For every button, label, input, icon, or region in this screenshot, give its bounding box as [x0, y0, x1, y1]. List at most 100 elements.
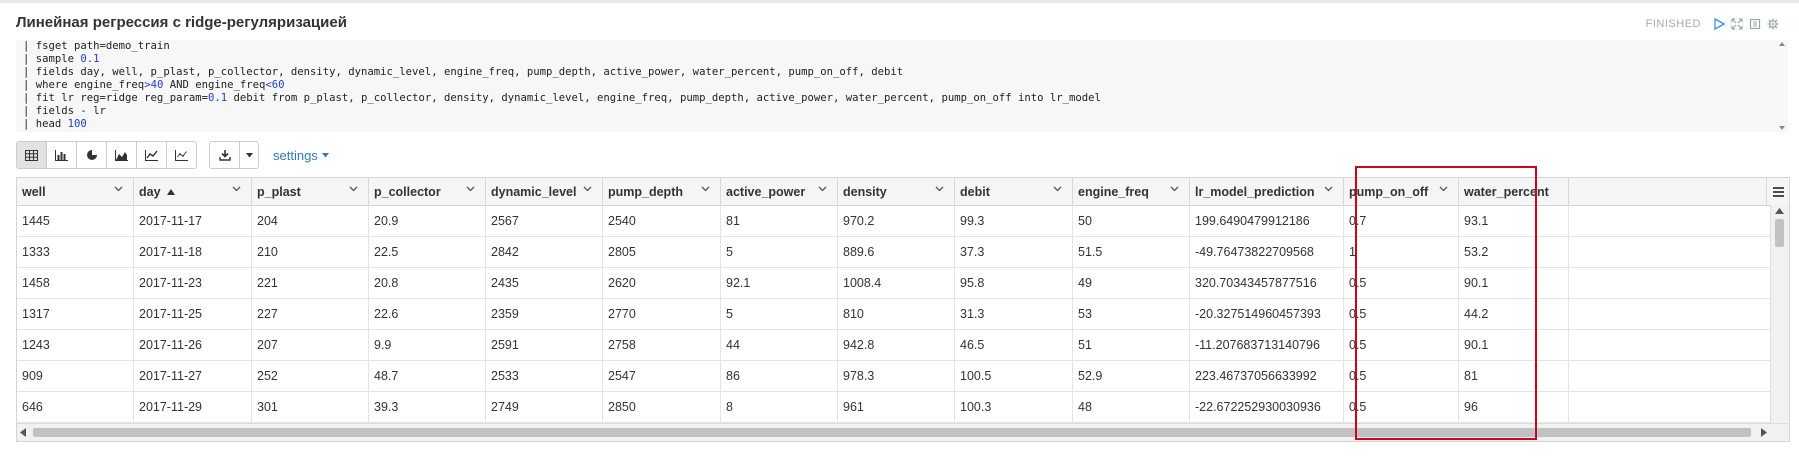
table-cell-pump_on_off[interactable]: 1 [1344, 236, 1459, 267]
table-view-button[interactable] [17, 142, 47, 168]
table-cell-pump_depth[interactable]: 2770 [603, 298, 721, 329]
table-row[interactable]: 1458 2017-11-23 221 20.8 2435 2620 92.1 1008.4 9… [17, 267, 1789, 299]
column-header-p_collector[interactable]: p_collector [369, 178, 486, 205]
table-row[interactable]: 1243 2017-11-26 207 9.9 2591 2758 44 942.8 46.5 5… [17, 329, 1789, 361]
table-cell-p_collector[interactable]: 39.3 [369, 391, 486, 422]
table-cell-lr_model_prediction[interactable]: -11.207683713140796 [1190, 329, 1344, 360]
area-chart-button[interactable] [107, 142, 137, 168]
table-cell-active_power[interactable]: 5 [721, 236, 838, 267]
pie-chart-button[interactable] [77, 142, 107, 168]
table-cell-pump_on_off[interactable]: 0.5 [1344, 391, 1459, 422]
download-button[interactable] [210, 142, 239, 168]
column-menu-button[interactable] [1766, 178, 1789, 205]
scatter-chart-button[interactable] [167, 142, 196, 168]
download-options-dropdown[interactable] [239, 142, 258, 168]
table-cell-day[interactable]: 2017-11-27 [134, 360, 252, 391]
table-cell-water_percent[interactable]: 53.2 [1459, 236, 1569, 267]
table-cell-dynamic_level[interactable]: 2591 [486, 329, 603, 360]
chevron-down-icon[interactable] [114, 186, 123, 192]
table-cell-pump_depth[interactable]: 2758 [603, 329, 721, 360]
table-cell-p_plast[interactable]: 221 [252, 267, 369, 298]
table-cell-debit[interactable]: 100.3 [955, 391, 1073, 422]
table-cell-day[interactable]: 2017-11-25 [134, 298, 252, 329]
table-cell-engine_freq[interactable]: 51 [1073, 329, 1190, 360]
table-cell-active_power[interactable]: 44 [721, 329, 838, 360]
table-cell-well[interactable]: 1458 [17, 267, 134, 298]
sort-ascending-icon[interactable] [166, 188, 175, 195]
table-cell-pump_depth[interactable]: 2850 [603, 391, 721, 422]
table-cell-pump_depth[interactable]: 2805 [603, 236, 721, 267]
table-cell-well[interactable]: 1317 [17, 298, 134, 329]
settings-dropdown[interactable]: settings [273, 148, 329, 163]
column-header-well[interactable]: well [17, 178, 134, 205]
column-header-lr_model_prediction[interactable]: lr_model_prediction [1190, 178, 1344, 205]
table-cell-p_plast[interactable]: 204 [252, 205, 369, 236]
table-cell-day[interactable]: 2017-11-18 [134, 236, 252, 267]
table-cell-well[interactable]: 1445 [17, 205, 134, 236]
table-cell-dynamic_level[interactable]: 2749 [486, 391, 603, 422]
table-row[interactable]: 646 2017-11-29 301 39.3 2749 2850 8 961 100.3 48-… [17, 391, 1789, 423]
run-icon[interactable] [1713, 18, 1725, 30]
vertical-scroll-thumb[interactable] [1775, 219, 1784, 247]
table-cell-lr_model_prediction[interactable]: 199.6490479912186 [1190, 205, 1344, 236]
table-cell-p_collector[interactable]: 48.7 [369, 360, 486, 391]
chevron-down-icon[interactable] [701, 186, 710, 192]
chevron-down-icon[interactable] [1053, 186, 1062, 192]
table-cell-p_collector[interactable]: 22.5 [369, 236, 486, 267]
column-header-active_power[interactable]: active_power [721, 178, 838, 205]
table-cell-lr_model_prediction[interactable]: -20.327514960457393 [1190, 298, 1344, 329]
column-header-debit[interactable]: debit [955, 178, 1073, 205]
column-header-engine_freq[interactable]: engine_freq [1073, 178, 1190, 205]
table-cell-debit[interactable]: 99.3 [955, 205, 1073, 236]
table-cell-debit[interactable]: 100.5 [955, 360, 1073, 391]
table-cell-engine_freq[interactable]: 53 [1073, 298, 1190, 329]
table-cell-well[interactable]: 646 [17, 391, 134, 422]
table-cell-engine_freq[interactable]: 48 [1073, 391, 1190, 422]
table-cell-density[interactable]: 978.3 [838, 360, 955, 391]
table-cell-pump_on_off[interactable]: 0.7 [1344, 205, 1459, 236]
table-cell-engine_freq[interactable]: 51.5 [1073, 236, 1190, 267]
table-cell-density[interactable]: 961 [838, 391, 955, 422]
table-cell-density[interactable]: 942.8 [838, 329, 955, 360]
table-cell-p_collector[interactable]: 20.8 [369, 267, 486, 298]
chevron-down-icon[interactable] [935, 186, 944, 192]
chevron-down-icon[interactable] [1170, 186, 1179, 192]
column-header-p_plast[interactable]: p_plast [252, 178, 369, 205]
table-cell-dynamic_level[interactable]: 2842 [486, 236, 603, 267]
horizontal-scroll-thumb[interactable] [33, 428, 1751, 437]
gear-icon[interactable] [1767, 18, 1779, 30]
table-cell-density[interactable]: 970.2 [838, 205, 955, 236]
column-header-day[interactable]: day [134, 178, 252, 205]
table-cell-lr_model_prediction[interactable]: 320.70343457877516 [1190, 267, 1344, 298]
chevron-down-icon[interactable] [1324, 186, 1333, 192]
table-cell-water_percent[interactable]: 81 [1459, 360, 1569, 391]
table-cell-engine_freq[interactable]: 50 [1073, 205, 1190, 236]
table-cell-water_percent[interactable]: 44.2 [1459, 298, 1569, 329]
table-vertical-scrollbar[interactable] [1770, 205, 1789, 423]
table-cell-dynamic_level[interactable]: 2435 [486, 267, 603, 298]
chevron-down-icon[interactable] [818, 186, 827, 192]
chevron-down-icon[interactable] [1439, 186, 1448, 192]
table-cell-engine_freq[interactable]: 52.9 [1073, 360, 1190, 391]
table-cell-active_power[interactable]: 8 [721, 391, 838, 422]
table-cell-active_power[interactable]: 92.1 [721, 267, 838, 298]
chevron-down-icon[interactable] [349, 186, 358, 192]
table-row[interactable]: 909 2017-11-27 252 48.7 2533 2547 86 978.3 100.5… [17, 360, 1789, 392]
column-header-dynamic_level[interactable]: dynamic_level [486, 178, 603, 205]
table-cell-water_percent[interactable]: 93.1 [1459, 205, 1569, 236]
table-cell-p_plast[interactable]: 207 [252, 329, 369, 360]
chevron-down-icon[interactable] [583, 186, 592, 192]
table-cell-p_collector[interactable]: 20.9 [369, 205, 486, 236]
column-header-water_percent[interactable]: water_percent [1459, 178, 1569, 205]
table-cell-density[interactable]: 889.6 [838, 236, 955, 267]
table-cell-dynamic_level[interactable]: 2359 [486, 298, 603, 329]
table-cell-density[interactable]: 1008.4 [838, 267, 955, 298]
table-cell-engine_freq[interactable]: 49 [1073, 267, 1190, 298]
table-cell-pump_depth[interactable]: 2540 [603, 205, 721, 236]
table-cell-p_collector[interactable]: 22.6 [369, 298, 486, 329]
table-cell-pump_on_off[interactable]: 0.5 [1344, 267, 1459, 298]
table-cell-lr_model_prediction[interactable]: 223.46737056633992 [1190, 360, 1344, 391]
table-row[interactable]: 1317 2017-11-25 227 22.6 2359 2770 5 810 31.3 53-… [17, 298, 1789, 330]
table-cell-debit[interactable]: 37.3 [955, 236, 1073, 267]
table-row[interactable]: 1333 2017-11-18 210 22.5 2842 2805 5 889.6 37.3 5… [17, 236, 1789, 268]
